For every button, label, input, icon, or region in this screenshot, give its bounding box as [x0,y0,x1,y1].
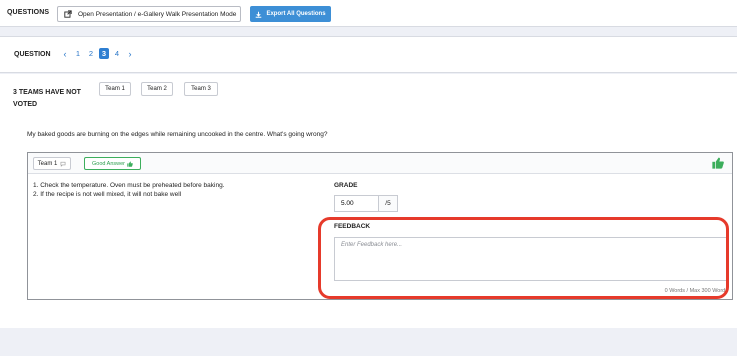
page-2[interactable]: 2 [86,49,96,58]
not-voted-team-2: Team 2 [141,82,173,96]
comment-icon [60,161,66,167]
question-pager: ‹ 1 2 3 4 › [60,48,135,59]
export-label: Export All Questions [266,11,326,17]
question-text: My baked goods are burning on the edges … [27,131,328,138]
page-3-active[interactable]: 3 [99,48,109,59]
export-all-questions-button[interactable]: Export All Questions [250,6,331,22]
page-1[interactable]: 1 [73,49,83,58]
answer-team-name: Team 1 [37,160,58,167]
question-label: QUESTION [14,51,51,58]
answer-line-1: 1. Check the temperature. Oven must be p… [33,182,225,189]
page-4[interactable]: 4 [112,49,122,58]
grade-field: /5 [334,195,398,212]
not-voted-label: 3 TEAMS HAVE NOT VOTED [13,89,81,108]
good-answer-button[interactable]: Good Answer [84,157,141,170]
feedback-label: FEEDBACK [334,223,371,230]
thumbs-up-icon [127,160,133,167]
good-answer-label: Good Answer [91,160,126,167]
thumbs-up-icon[interactable] [712,157,724,171]
not-voted-team-3: Team 3 [184,82,218,96]
download-icon [255,11,262,18]
page-title: QUESTIONS [7,9,50,16]
not-voted-team-1: Team 1 [99,82,131,96]
grade-max: /5 [379,196,397,211]
top-toolbar: QUESTIONS Open Presentation / e-Gallery … [0,0,737,27]
question-navigation-bar: QUESTION ‹ 1 2 3 4 › [0,36,737,73]
feedback-textarea[interactable] [334,237,728,281]
answer-text: 1. Check the temperature. Oven must be p… [33,181,225,199]
open-presentation-button[interactable]: Open Presentation / e-Gallery Walk Prese… [57,6,241,22]
grade-label: GRADE [334,182,358,189]
chevron-left-icon[interactable]: ‹ [60,49,70,59]
answer-team-tag: Team 1 [33,157,71,170]
main-panel: 3 TEAMS HAVE NOT VOTED Team 1 Team 2 Tea… [0,74,737,328]
word-count: 0 Words / Max 300 Words [664,288,728,294]
answer-card: Team 1 Good Answer 1. Check the temperat… [27,152,733,300]
open-presentation-label: Open Presentation / e-Gallery Walk Prese… [78,10,237,18]
grade-input[interactable] [335,196,379,211]
chevron-right-icon[interactable]: › [125,49,135,59]
answer-line-2: 2. If the recipe is not well mixed, it w… [33,191,182,198]
external-link-icon [64,10,72,18]
answer-card-header: Team 1 Good Answer [28,153,732,174]
